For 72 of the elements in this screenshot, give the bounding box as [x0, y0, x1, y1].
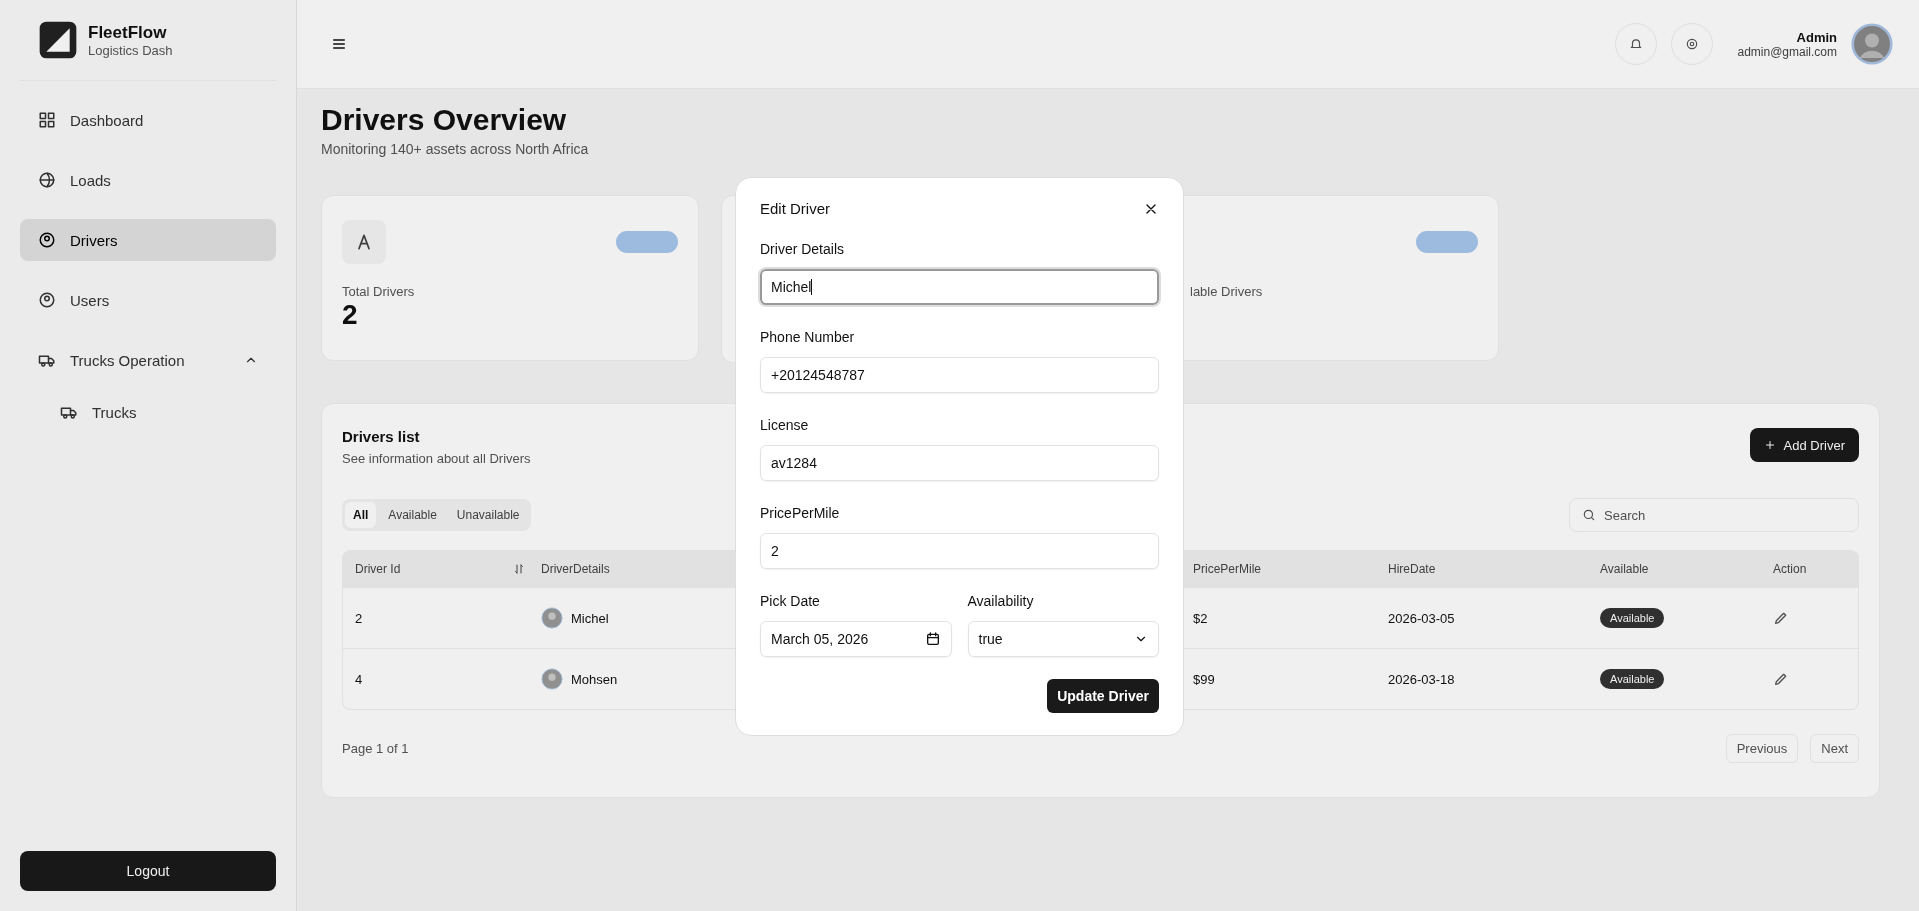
column-header: PricePerMile	[1193, 562, 1261, 576]
page-subtitle: Monitoring 140+ assets across North Africa	[321, 141, 590, 157]
table-cell-text: 2026-03-18	[1388, 671, 1456, 687]
field-label: PricePerMile	[760, 505, 841, 521]
avatar-icon	[1851, 23, 1893, 65]
menu-icon[interactable]	[331, 36, 347, 52]
avatar-icon	[541, 607, 563, 629]
pencil-icon[interactable]	[1773, 671, 1789, 687]
status-badge: Available	[1600, 669, 1665, 689]
stat-value: 2	[342, 299, 359, 331]
column-header: Driver Id	[355, 562, 401, 576]
pencil-icon[interactable]	[1773, 610, 1789, 626]
sidebar-item[interactable]: Trucks Operation	[20, 339, 276, 381]
sidebar-item[interactable]: Loads	[20, 159, 276, 201]
sort-icon	[513, 563, 525, 575]
filter-tab[interactable]: Available	[380, 502, 445, 528]
field-label: Availability	[967, 593, 1035, 609]
sidebar-item[interactable]: Trucks	[20, 391, 276, 433]
stat-label: Total Drivers	[342, 284, 416, 299]
grid-icon	[38, 111, 56, 129]
table-cell: Michel	[571, 610, 609, 626]
date-picker[interactable]: March 05, 2026	[760, 621, 952, 657]
sidebar-item[interactable]: Users	[20, 279, 276, 321]
status-badge: Available	[1600, 608, 1665, 628]
column-header: DriverDetails	[541, 562, 610, 576]
table-cell-text: $99	[1193, 671, 1216, 687]
table-cell: Mohsen	[571, 671, 618, 687]
brand-name: FleetFlow	[88, 22, 168, 43]
input-field[interactable]: av1284	[760, 445, 1159, 481]
calendar-icon	[924, 631, 941, 647]
filter-tab[interactable]: Unavailable	[448, 502, 528, 528]
user-name: Admin	[1795, 29, 1837, 45]
page-title: Drivers Overview	[321, 103, 568, 137]
column-header: Action	[1773, 562, 1807, 576]
table-cell-text: 2026-03-05	[1388, 610, 1456, 626]
column-header: Available	[1600, 562, 1649, 576]
update-driver-button[interactable]: Update Driver	[1047, 679, 1159, 713]
table-cell-text: 4	[355, 671, 364, 687]
input-field[interactable]: Michel	[760, 269, 1159, 305]
field-label: License	[760, 417, 810, 433]
next-button[interactable]: Next	[1810, 734, 1859, 763]
previous-button[interactable]: Previous	[1725, 734, 1799, 763]
logo-icon	[38, 20, 78, 60]
page-info: Page 1 of 1	[342, 741, 409, 756]
dialog-title: Edit Driver	[760, 200, 830, 217]
availability-select[interactable]: true	[967, 621, 1159, 657]
add-driver-button[interactable]: Add Driver	[1749, 428, 1859, 462]
table-cell-text: $2	[1193, 610, 1209, 626]
field-label: Driver Details	[760, 241, 845, 257]
stat-label: lable Drivers	[1189, 284, 1264, 299]
column-header: HireDate	[1388, 562, 1436, 576]
section-subtitle: See information about all Drivers	[342, 451, 531, 466]
input-field[interactable]: +20124548787	[760, 357, 1159, 393]
field-label: Phone Number	[760, 329, 856, 345]
plus-icon	[1763, 439, 1776, 451]
brand-tagline: Logistics Dash	[88, 42, 173, 58]
user-email: admin@gmail.com	[1737, 44, 1837, 59]
avatar-icon	[541, 668, 563, 690]
status-pill	[616, 231, 678, 253]
input-field[interactable]: 2	[760, 533, 1159, 569]
sidebar-item[interactable]: Drivers	[20, 219, 276, 261]
search-icon	[1582, 508, 1596, 522]
table-cell-text: 2	[355, 610, 364, 626]
globe-icon	[38, 171, 56, 189]
filter-tab[interactable]: All	[345, 502, 377, 528]
search-field[interactable]: Search	[1569, 498, 1859, 532]
status-pill	[1416, 231, 1478, 253]
logout-button[interactable]: Logout	[20, 851, 276, 891]
bell-icon	[1629, 37, 1644, 51]
section-title: Drivers list	[342, 428, 421, 445]
sidebar-item[interactable]: Dashboard	[20, 99, 276, 141]
field-label: Pick Date	[760, 593, 821, 609]
